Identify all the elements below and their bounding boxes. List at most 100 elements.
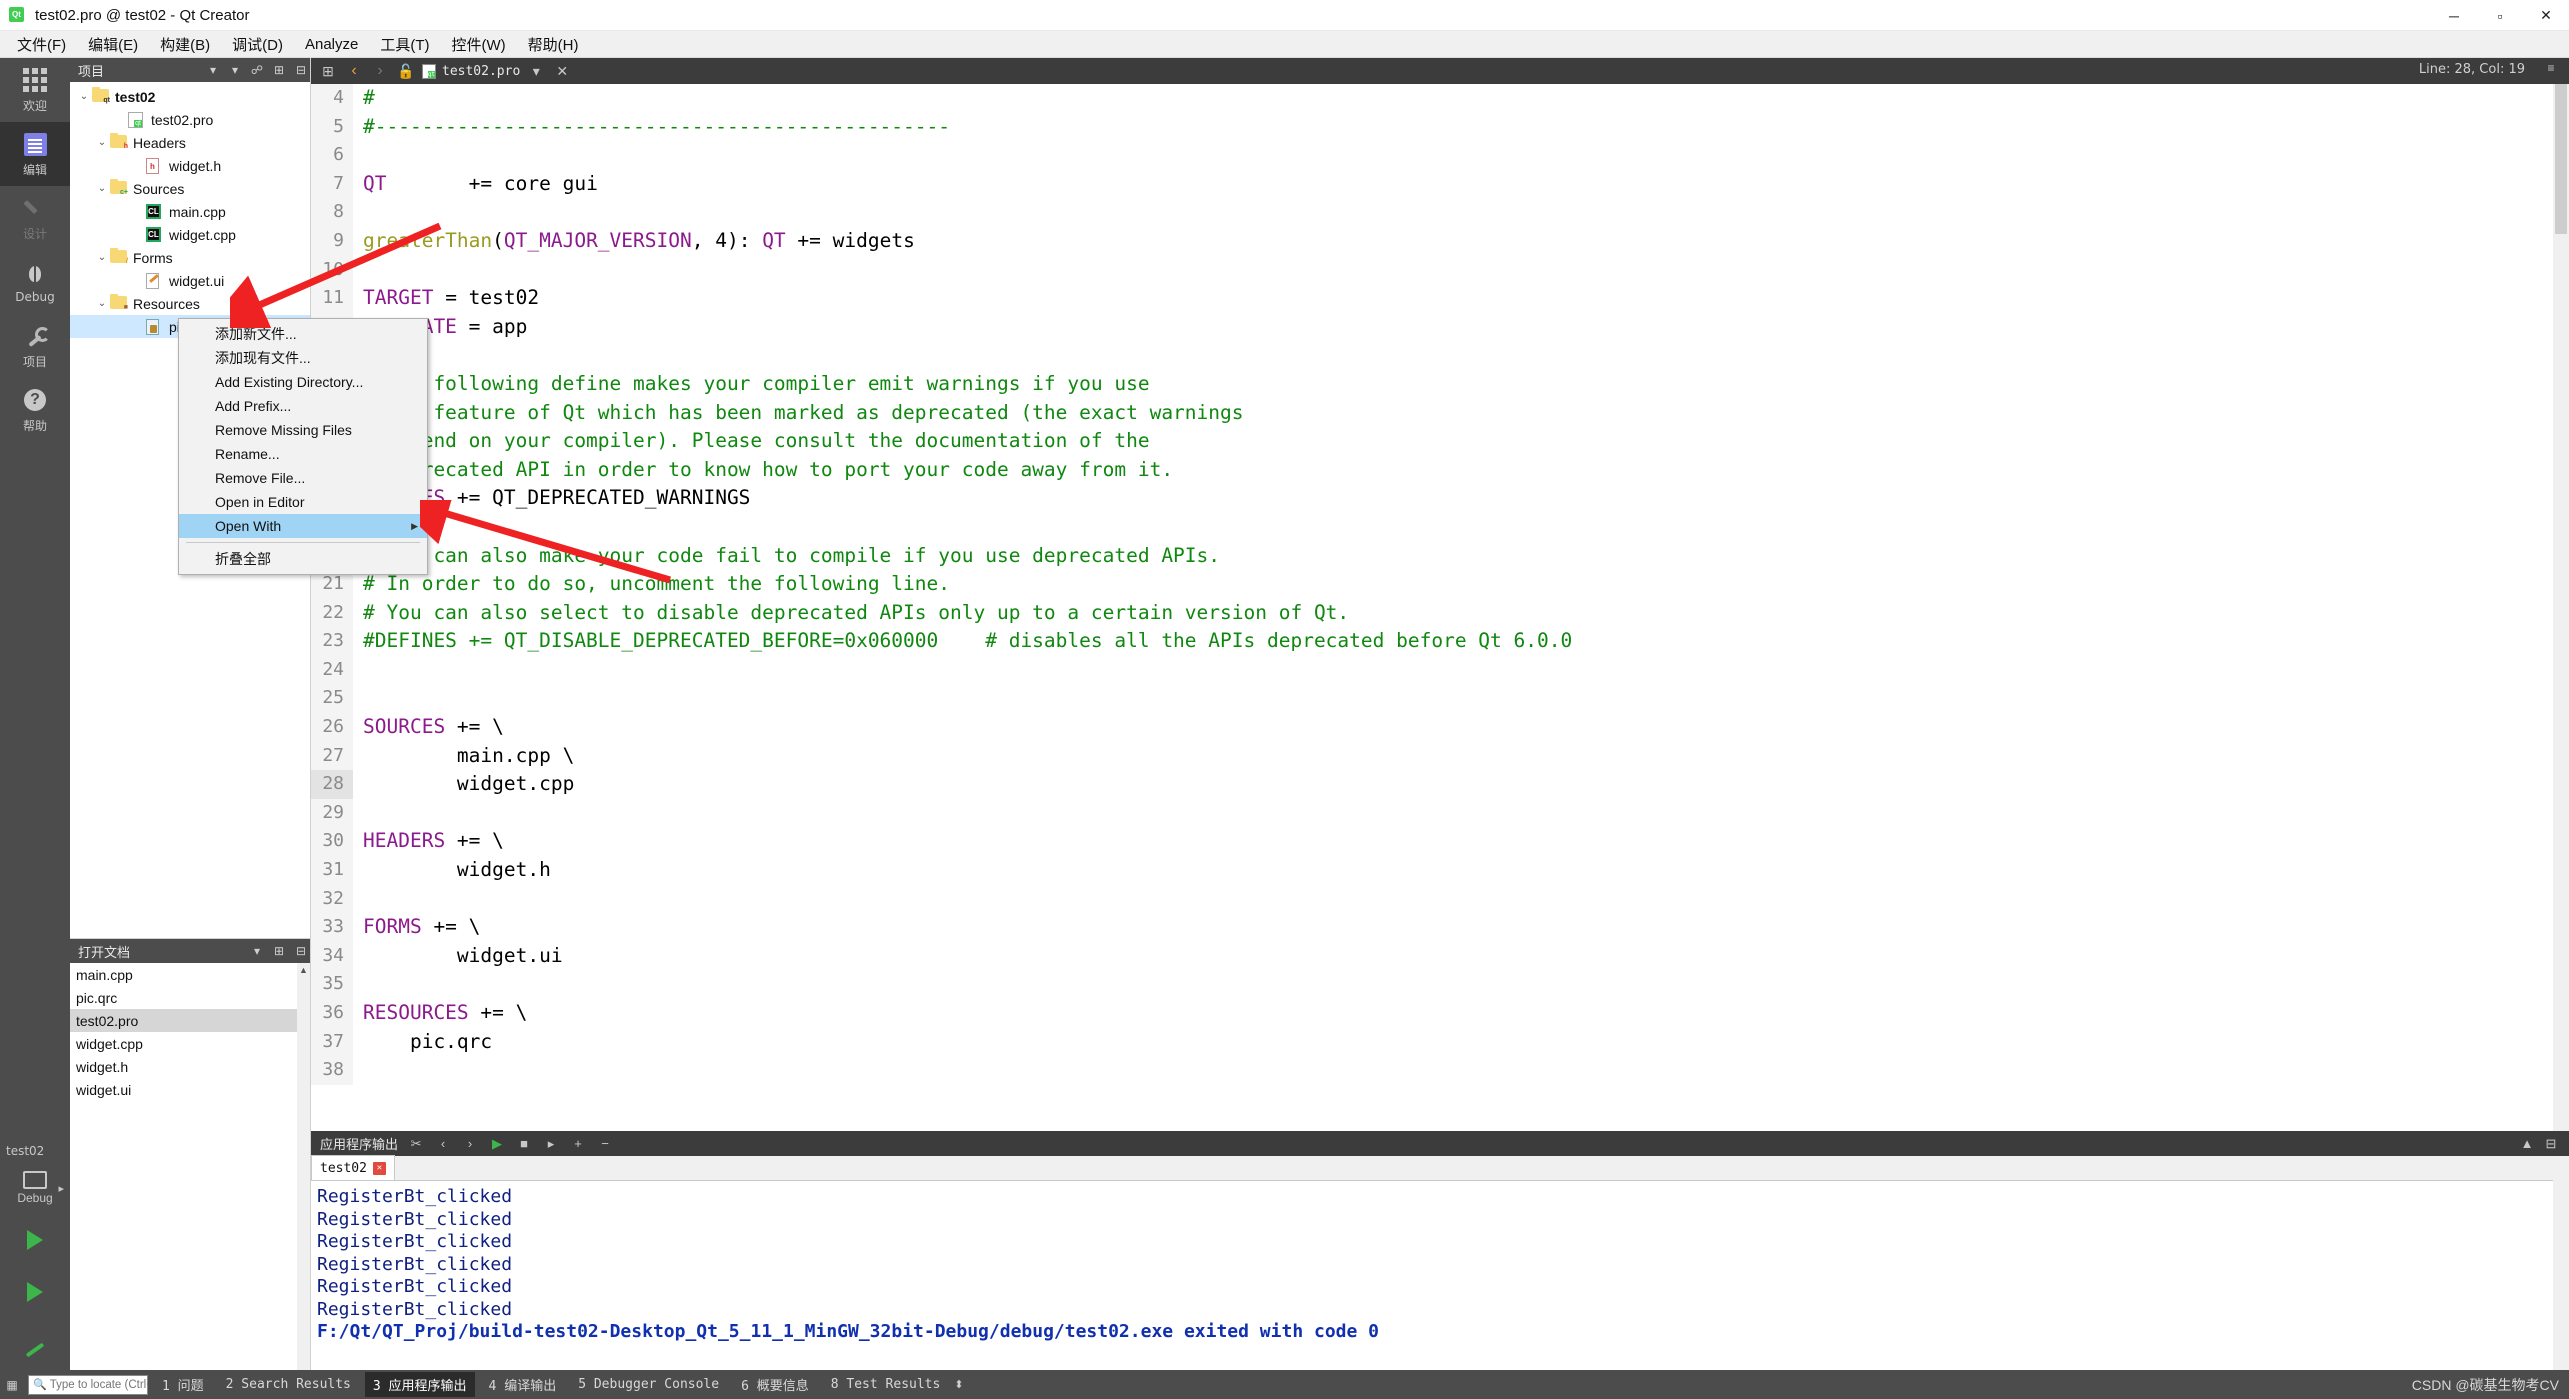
scroll-up-icon[interactable]: ▲ [297,963,310,977]
close-icon[interactable]: ⊟ [2542,1135,2560,1153]
code-line[interactable]: 9 greaterThan(QT_MAJOR_VERSION, 4): QT +=… [311,226,2569,256]
kit-config-row[interactable]: Debug ▸ [0,1162,70,1214]
ctx-add-existing-files[interactable]: 添加现有文件... [179,346,427,370]
code-line[interactable]: 4 # [311,84,2569,113]
tree-item-main.cpp[interactable]: CL main.cpp [70,200,310,223]
code-line[interactable]: 12TEMPLATE = app [311,312,2569,342]
chevron-down-icon[interactable]: ⌄ [76,91,92,102]
status-item-5[interactable]: 6 概要信息 [733,1372,817,1397]
menu-tools[interactable]: 工具(T) [369,30,440,59]
split-add-icon[interactable]: ⊞ [270,942,288,960]
code-line[interactable]: 35 [311,970,2569,999]
code-line[interactable]: 16# depend on your compiler). Please con… [311,427,2569,456]
code-line[interactable]: 36 RESOURCES += \ [311,999,2569,1028]
clear-icon[interactable]: ✂ [407,1135,425,1153]
code-line[interactable]: 21 # In order to do so, uncomment the fol… [311,570,2569,599]
maximize-icon[interactable]: ▲ [2518,1135,2536,1153]
code-line[interactable]: 29 [311,798,2569,828]
activity-item-Debug[interactable]: Debug [0,250,70,314]
chevron-down-icon[interactable]: ▾ [204,61,222,79]
debug-button[interactable] [0,1266,70,1318]
locator-input[interactable] [49,1378,148,1391]
open-document-widget.ui[interactable]: widget.ui [70,1078,310,1101]
code-line[interactable]: 18DEFINES += QT_DEPRECATED_WARNINGS [311,484,2569,513]
code-line[interactable]: 32 [311,884,2569,914]
open-documents-scrollbar[interactable]: ▲ [297,963,310,1370]
close-icon[interactable]: ⊟ [292,61,310,79]
unlock-icon[interactable]: 🔓 [396,61,416,81]
open-document-widget.cpp[interactable]: widget.cpp [70,1032,310,1055]
tree-item-Headers[interactable]: ⌄ h Headers [70,131,310,154]
ctx-open-with[interactable]: Open With ▶ [179,514,427,538]
code-line[interactable]: 20# You can also make your code fail to … [311,541,2569,571]
tree-item-Forms[interactable]: ⌄ / Forms [70,246,310,269]
output-selector-icon[interactable]: ⬍ [954,1378,963,1391]
menu-debug[interactable]: 调试(D) [221,30,294,59]
prev-icon[interactable]: ‹ [434,1135,452,1153]
code-line[interactable]: 30 HEADERS += \ [311,827,2569,857]
code-line[interactable]: 15# any feature of Qt which has been mar… [311,398,2569,428]
code-line[interactable]: 37 pic.qrc [311,1027,2569,1057]
kit-selector[interactable]: test02 Debug ▸ [0,1140,70,1370]
tree-item-test02[interactable]: ⌄ qt test02 [70,85,310,108]
status-item-1[interactable]: 2 Search Results [218,1374,359,1395]
ctx-add-existing-directory[interactable]: Add Existing Directory... [179,370,427,394]
code-editor[interactable]: 4 #5 #------------------------------------… [311,84,2569,1131]
activity-item-欢迎[interactable]: 欢迎 [0,58,70,122]
output-tab-close-icon[interactable]: ✕ [372,1161,386,1175]
code-line[interactable]: 8 [311,198,2569,227]
tree-item-widget.h[interactable]: h widget.h [70,154,310,177]
close-button[interactable]: ✕ [2523,0,2569,31]
status-item-0[interactable]: 1 问题 [154,1372,212,1397]
activity-item-设计[interactable]: 设计 [0,186,70,250]
code-line[interactable]: 31 widget.h [311,856,2569,885]
editor-options-icon[interactable]: ≡ [2541,61,2561,79]
menu-window[interactable]: 控件(W) [441,30,517,59]
tree-item-widget.ui[interactable]: widget.ui [70,269,310,292]
code-line[interactable]: 27 main.cpp \ [311,741,2569,771]
ctx-add-prefix[interactable]: Add Prefix... [179,394,427,418]
tree-item-Sources[interactable]: ⌄ c+ Sources [70,177,310,200]
maximize-button[interactable]: ▫ [2477,0,2523,31]
split-icon[interactable]: ⊞ [270,61,288,79]
open-document-widget.h[interactable]: widget.h [70,1055,310,1078]
chevron-down-icon[interactable]: ⌄ [94,137,110,148]
code-line[interactable]: 11 TARGET = test02 [311,284,2569,313]
code-line[interactable]: 26 SOURCES += \ [311,713,2569,742]
open-document-main.cpp[interactable]: main.cpp [70,963,310,986]
open-document-test02.pro[interactable]: test02.pro [70,1009,310,1032]
context-menu[interactable]: 添加新文件... 添加现有文件... Add Existing Directory.… [178,318,428,575]
status-item-6[interactable]: 8 Test Results [823,1374,949,1395]
editor-scrollbar-thumb[interactable] [2555,84,2567,234]
code-line[interactable]: 17# deprecated API in order to know how … [311,455,2569,485]
status-item-2[interactable]: 3 应用程序输出 [364,1372,475,1397]
activity-item-编辑[interactable]: 编辑 [0,122,70,186]
navigate-back-button[interactable]: ‹ [344,61,364,81]
close-icon[interactable]: ⊟ [292,942,310,960]
next-icon[interactable]: › [461,1135,479,1153]
code-line[interactable]: 5 #--------------------------------------… [311,112,2569,142]
menu-file[interactable]: 文件(F) [6,30,77,59]
zoom-out-icon[interactable]: − [596,1135,614,1153]
menu-build[interactable]: 构建(B) [149,30,221,59]
code-line[interactable]: 33 FORMS += \ [311,913,2569,942]
chevron-down-icon[interactable]: ⌄ [94,298,110,309]
close-editor-button[interactable]: ✕ [552,61,572,81]
activity-item-项目[interactable]: 项目 [0,314,70,378]
link-icon[interactable]: ☍ [248,61,266,79]
locator-input-wrap[interactable]: 🔍 [28,1374,148,1395]
activity-item-帮助[interactable]: ? 帮助 [0,378,70,442]
tree-item-Resources[interactable]: ⌄ ■ Resources [70,292,310,315]
status-item-3[interactable]: 4 编译输出 [481,1372,565,1397]
chevron-down-icon[interactable]: ▾ [526,61,546,81]
code-line[interactable]: 13 [311,341,2569,370]
chevron-down-icon[interactable]: ▾ [248,942,266,960]
code-line[interactable]: 14# The following define makes your comp… [311,369,2569,399]
menu-edit[interactable]: 编辑(E) [77,30,149,59]
minimize-button[interactable]: ─ [2431,0,2477,31]
status-item-4[interactable]: 5 Debugger Console [570,1374,727,1395]
split-icon[interactable]: ⊞ [318,61,338,81]
chevron-down-icon[interactable]: ⌄ [94,252,110,263]
tree-item-widget.cpp[interactable]: CL widget.cpp [70,223,310,246]
ctx-open-in-editor[interactable]: Open in Editor [179,490,427,514]
